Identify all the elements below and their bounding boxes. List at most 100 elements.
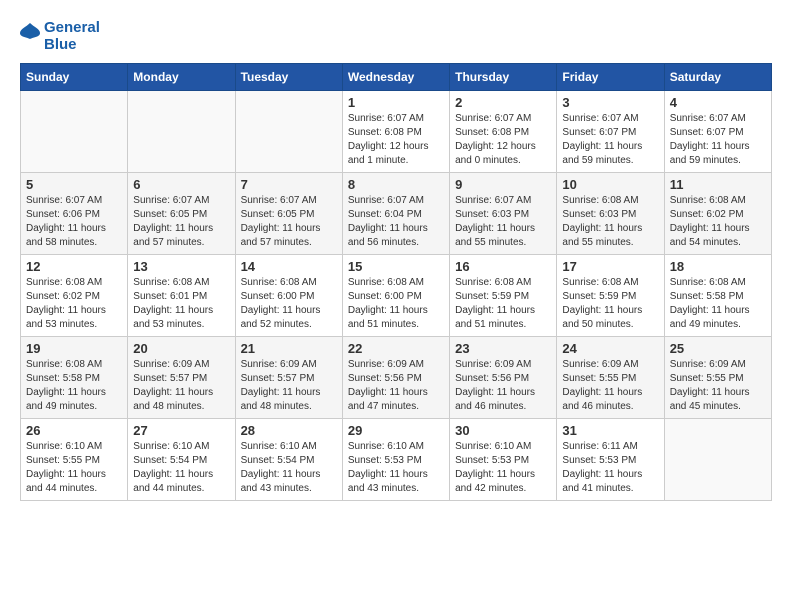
day-number: 25 [670,341,766,356]
day-info: Sunrise: 6:11 AMSunset: 5:53 PMDaylight:… [562,440,658,496]
day-number: 26 [26,423,122,438]
calendar-cell [128,91,235,173]
day-info: Sunrise: 6:08 AMSunset: 6:01 PMDaylight:… [133,276,229,332]
day-info: Sunrise: 6:07 AMSunset: 6:08 PMDaylight:… [455,112,551,168]
day-info: Sunrise: 6:09 AMSunset: 5:55 PMDaylight:… [670,358,766,414]
day-info: Sunrise: 6:08 AMSunset: 5:59 PMDaylight:… [562,276,658,332]
day-number: 17 [562,259,658,274]
day-number: 8 [348,177,444,192]
calendar-cell: 3 Sunrise: 6:07 AMSunset: 6:07 PMDaylight… [557,91,664,173]
calendar-cell: 9 Sunrise: 6:07 AMSunset: 6:03 PMDaylight… [450,173,557,255]
calendar-cell: 12Sunrise: 6:08 AMSunset: 6:02 PMDayligh… [21,255,128,337]
calendar-cell: 15 Sunrise: 6:08 AMSunset: 6:00 PMDayligh… [342,255,449,337]
logo-blue: Blue [44,36,77,53]
day-info: Sunrise: 6:08 AMSunset: 5:59 PMDaylight:… [455,276,551,332]
calendar-cell: 28 Sunrise: 6:10 AMSunset: 5:54 PMDayligh… [235,419,342,501]
page-header: GeneralBlue [20,20,772,53]
day-number: 28 [241,423,337,438]
calendar-week-1: 1Sunrise: 6:07 AMSunset: 6:08 PMDaylight… [21,91,772,173]
calendar-week-3: 12Sunrise: 6:08 AMSunset: 6:02 PMDayligh… [21,255,772,337]
calendar-cell: 5 Sunrise: 6:07 AMSunset: 6:06 PMDaylight… [21,173,128,255]
day-number: 9 [455,177,551,192]
calendar-cell: 31 Sunrise: 6:11 AMSunset: 5:53 PMDayligh… [557,419,664,501]
day-info: Sunrise: 6:08 AMSunset: 6:00 PMDaylight:… [241,276,337,332]
calendar-cell: 1Sunrise: 6:07 AMSunset: 6:08 PMDaylight… [342,91,449,173]
day-info: Sunrise: 6:07 AMSunset: 6:05 PMDaylight:… [241,194,337,250]
calendar-cell: 19 Sunrise: 6:08 AMSunset: 5:58 PMDayligh… [21,337,128,419]
day-info: Sunrise: 6:07 AMSunset: 6:06 PMDaylight:… [26,194,122,250]
day-info: Sunrise: 6:10 AMSunset: 5:54 PMDaylight:… [241,440,337,496]
day-number: 4 [670,95,766,110]
weekday-header-saturday: Saturday [664,64,771,91]
day-number: 31 [562,423,658,438]
day-number: 20 [133,341,229,356]
calendar-cell [664,419,771,501]
weekday-header-tuesday: Tuesday [235,64,342,91]
calendar-week-2: 5 Sunrise: 6:07 AMSunset: 6:06 PMDaylight… [21,173,772,255]
day-number: 16 [455,259,551,274]
day-info: Sunrise: 6:09 AMSunset: 5:57 PMDaylight:… [133,358,229,414]
day-number: 3 [562,95,658,110]
day-info: Sunrise: 6:10 AMSunset: 5:53 PMDaylight:… [348,440,444,496]
day-info: Sunrise: 6:10 AMSunset: 5:54 PMDaylight:… [133,440,229,496]
day-info: Sunrise: 6:10 AMSunset: 5:53 PMDaylight:… [455,440,551,496]
weekday-header-friday: Friday [557,64,664,91]
day-info: Sunrise: 6:10 AMSunset: 5:55 PMDaylight:… [26,440,122,496]
weekday-header-wednesday: Wednesday [342,64,449,91]
logo-text: GeneralBlue [44,20,100,53]
calendar-cell [21,91,128,173]
day-info: Sunrise: 6:07 AMSunset: 6:08 PMDaylight:… [348,112,444,168]
calendar-week-5: 26 Sunrise: 6:10 AMSunset: 5:55 PMDayligh… [21,419,772,501]
weekday-header-monday: Monday [128,64,235,91]
calendar-body: 1Sunrise: 6:07 AMSunset: 6:08 PMDaylight… [21,91,772,501]
calendar-cell: 29Sunrise: 6:10 AMSunset: 5:53 PMDayligh… [342,419,449,501]
day-info: Sunrise: 6:07 AMSunset: 6:04 PMDaylight:… [348,194,444,250]
day-info: Sunrise: 6:09 AMSunset: 5:56 PMDaylight:… [348,358,444,414]
day-number: 14 [241,259,337,274]
calendar-cell: 17 Sunrise: 6:08 AMSunset: 5:59 PMDayligh… [557,255,664,337]
calendar-header: SundayMondayTuesdayWednesdayThursdayFrid… [21,64,772,91]
day-number: 13 [133,259,229,274]
calendar-cell: 6 Sunrise: 6:07 AMSunset: 6:05 PMDaylight… [128,173,235,255]
calendar-cell: 10Sunrise: 6:08 AMSunset: 6:03 PMDayligh… [557,173,664,255]
calendar-cell: 23Sunrise: 6:09 AMSunset: 5:56 PMDayligh… [450,337,557,419]
day-number: 15 [348,259,444,274]
day-info: Sunrise: 6:08 AMSunset: 6:03 PMDaylight:… [562,194,658,250]
calendar-week-4: 19 Sunrise: 6:08 AMSunset: 5:58 PMDayligh… [21,337,772,419]
weekday-header-row: SundayMondayTuesdayWednesdayThursdayFrid… [21,64,772,91]
day-number: 18 [670,259,766,274]
day-number: 30 [455,423,551,438]
logo: GeneralBlue [20,20,100,53]
day-info: Sunrise: 6:07 AMSunset: 6:03 PMDaylight:… [455,194,551,250]
day-number: 21 [241,341,337,356]
day-info: Sunrise: 6:07 AMSunset: 6:07 PMDaylight:… [562,112,658,168]
calendar-cell: 7Sunrise: 6:07 AMSunset: 6:05 PMDaylight… [235,173,342,255]
calendar-cell: 11 Sunrise: 6:08 AMSunset: 6:02 PMDayligh… [664,173,771,255]
calendar-cell: 14 Sunrise: 6:08 AMSunset: 6:00 PMDayligh… [235,255,342,337]
day-info: Sunrise: 6:09 AMSunset: 5:55 PMDaylight:… [562,358,658,414]
day-info: Sunrise: 6:08 AMSunset: 6:00 PMDaylight:… [348,276,444,332]
calendar-cell: 27 Sunrise: 6:10 AMSunset: 5:54 PMDayligh… [128,419,235,501]
day-info: Sunrise: 6:07 AMSunset: 6:05 PMDaylight:… [133,194,229,250]
day-number: 19 [26,341,122,356]
calendar-cell: 21 Sunrise: 6:09 AMSunset: 5:57 PMDayligh… [235,337,342,419]
day-info: Sunrise: 6:09 AMSunset: 5:57 PMDaylight:… [241,358,337,414]
day-number: 11 [670,177,766,192]
calendar-cell: 30 Sunrise: 6:10 AMSunset: 5:53 PMDayligh… [450,419,557,501]
day-number: 5 [26,177,122,192]
day-number: 6 [133,177,229,192]
calendar-cell: 24Sunrise: 6:09 AMSunset: 5:55 PMDayligh… [557,337,664,419]
weekday-header-thursday: Thursday [450,64,557,91]
day-info: Sunrise: 6:08 AMSunset: 5:58 PMDaylight:… [26,358,122,414]
calendar-cell [235,91,342,173]
day-info: Sunrise: 6:07 AMSunset: 6:07 PMDaylight:… [670,112,766,168]
day-number: 27 [133,423,229,438]
calendar-cell: 25 Sunrise: 6:09 AMSunset: 5:55 PMDayligh… [664,337,771,419]
day-number: 2 [455,95,551,110]
calendar-cell: 16 Sunrise: 6:08 AMSunset: 5:59 PMDayligh… [450,255,557,337]
logo-bird-icon [20,23,40,51]
logo-general: General [44,19,100,36]
calendar-table: SundayMondayTuesdayWednesdayThursdayFrid… [20,63,772,501]
calendar-cell: 13 Sunrise: 6:08 AMSunset: 6:01 PMDayligh… [128,255,235,337]
day-info: Sunrise: 6:08 AMSunset: 6:02 PMDaylight:… [670,194,766,250]
